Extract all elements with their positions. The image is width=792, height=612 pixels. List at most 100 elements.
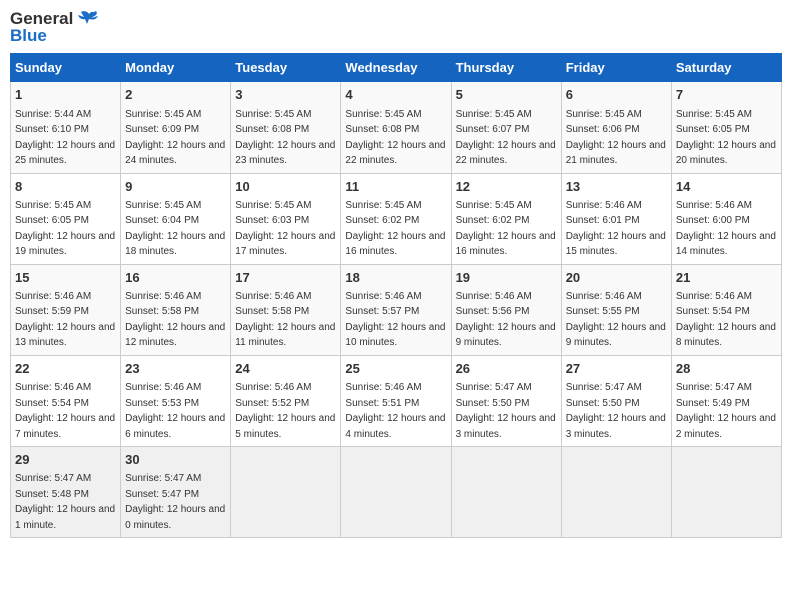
day-number: 22 [15,360,116,378]
calendar-cell: 15Sunrise: 5:46 AMSunset: 5:59 PMDayligh… [11,264,121,355]
day-number: 12 [456,178,557,196]
day-number: 25 [345,360,446,378]
week-row-2: 8Sunrise: 5:45 AMSunset: 6:05 PMDaylight… [11,173,782,264]
calendar-cell: 10Sunrise: 5:45 AMSunset: 6:03 PMDayligh… [231,173,341,264]
day-number: 3 [235,86,336,104]
day-number: 2 [125,86,226,104]
calendar-cell [231,447,341,538]
day-info: Sunrise: 5:46 AMSunset: 5:51 PMDaylight:… [345,382,445,440]
calendar-cell [341,447,451,538]
weekday-header-saturday: Saturday [671,54,781,82]
day-number: 9 [125,178,226,196]
day-number: 27 [566,360,667,378]
calendar-cell: 21 Sunrise: 5:46 AMSunset: 5:54 PMDayligh… [671,264,781,355]
day-number: 14 [676,178,777,196]
calendar-table: SundayMondayTuesdayWednesdayThursdayFrid… [10,53,782,538]
day-info: Sunrise: 5:46 AMSunset: 5:57 PMDaylight:… [345,291,445,349]
calendar-cell: 13 Sunrise: 5:46 AMSunset: 6:01 PMDayligh… [561,173,671,264]
day-info: Sunrise: 5:47 AMSunset: 5:49 PMDaylight:… [676,382,776,440]
day-info: Sunrise: 5:46 AMSunset: 5:53 PMDaylight:… [125,382,225,440]
calendar-cell: 26 Sunrise: 5:47 AMSunset: 5:50 PMDayligh… [451,355,561,446]
weekday-header-friday: Friday [561,54,671,82]
day-info: Sunrise: 5:45 AMSunset: 6:05 PMDaylight:… [676,109,776,167]
calendar-cell [451,447,561,538]
day-number: 11 [345,178,446,196]
calendar-cell: 4Sunrise: 5:45 AMSunset: 6:08 PMDaylight… [341,82,451,173]
day-number: 24 [235,360,336,378]
calendar-cell: 8Sunrise: 5:45 AMSunset: 6:05 PMDaylight… [11,173,121,264]
week-row-5: 29 Sunrise: 5:47 AMSunset: 5:48 PMDayligh… [11,447,782,538]
calendar-cell: 1 Sunrise: 5:44 AMSunset: 6:10 PMDaylight… [11,82,121,173]
week-row-4: 22 Sunrise: 5:46 AMSunset: 5:54 PMDayligh… [11,355,782,446]
day-number: 20 [566,269,667,287]
weekday-header-monday: Monday [121,54,231,82]
calendar-cell: 25 Sunrise: 5:46 AMSunset: 5:51 PMDayligh… [341,355,451,446]
logo-text: General Blue [10,10,98,45]
day-number: 30 [125,451,226,469]
calendar-cell: 2 Sunrise: 5:45 AMSunset: 6:09 PMDaylight… [121,82,231,173]
calendar-cell: 27 Sunrise: 5:47 AMSunset: 5:50 PMDayligh… [561,355,671,446]
day-number: 4 [345,86,446,104]
calendar-cell: 20 Sunrise: 5:46 AMSunset: 5:55 PMDayligh… [561,264,671,355]
day-info: Sunrise: 5:45 AMSunset: 6:02 PMDaylight:… [456,200,556,258]
day-info: Sunrise: 5:46 AMSunset: 6:00 PMDaylight:… [676,200,776,258]
calendar-cell [671,447,781,538]
calendar-cell: 11 Sunrise: 5:45 AMSunset: 6:02 PMDayligh… [341,173,451,264]
day-number: 29 [15,451,116,469]
day-info: Sunrise: 5:47 AMSunset: 5:47 PMDaylight:… [125,473,225,531]
calendar-cell: 24 Sunrise: 5:46 AMSunset: 5:52 PMDayligh… [231,355,341,446]
day-info: Sunrise: 5:46 AMSunset: 5:59 PMDaylight:… [15,291,115,349]
calendar-cell: 23 Sunrise: 5:46 AMSunset: 5:53 PMDayligh… [121,355,231,446]
day-number: 17 [235,269,336,287]
calendar-cell: 6 Sunrise: 5:45 AMSunset: 6:06 PMDaylight… [561,82,671,173]
day-info: Sunrise: 5:45 AMSunset: 6:05 PMDaylight:… [15,200,115,258]
day-info: Sunrise: 5:45 AMSunset: 6:02 PMDaylight:… [345,200,445,258]
day-number: 6 [566,86,667,104]
day-info: Sunrise: 5:46 AMSunset: 6:01 PMDaylight:… [566,200,666,258]
day-info: Sunrise: 5:45 AMSunset: 6:08 PMDaylight:… [235,109,335,167]
calendar-cell: 17 Sunrise: 5:46 AMSunset: 5:58 PMDayligh… [231,264,341,355]
day-info: Sunrise: 5:44 AMSunset: 6:10 PMDaylight:… [15,109,115,167]
day-number: 7 [676,86,777,104]
calendar-cell: 29 Sunrise: 5:47 AMSunset: 5:48 PMDayligh… [11,447,121,538]
day-number: 26 [456,360,557,378]
day-number: 21 [676,269,777,287]
weekday-header-wednesday: Wednesday [341,54,451,82]
day-info: Sunrise: 5:45 AMSunset: 6:03 PMDaylight:… [235,200,335,258]
day-number: 28 [676,360,777,378]
calendar-cell: 30 Sunrise: 5:47 AMSunset: 5:47 PMDayligh… [121,447,231,538]
day-info: Sunrise: 5:47 AMSunset: 5:50 PMDaylight:… [566,382,666,440]
calendar-cell: 5 Sunrise: 5:45 AMSunset: 6:07 PMDaylight… [451,82,561,173]
day-number: 1 [15,86,116,104]
day-number: 13 [566,178,667,196]
logo: General Blue [10,10,98,45]
day-info: Sunrise: 5:45 AMSunset: 6:07 PMDaylight:… [456,109,556,167]
weekday-header-thursday: Thursday [451,54,561,82]
day-info: Sunrise: 5:46 AMSunset: 5:52 PMDaylight:… [235,382,335,440]
day-info: Sunrise: 5:47 AMSunset: 5:50 PMDaylight:… [456,382,556,440]
calendar-cell: 19 Sunrise: 5:46 AMSunset: 5:56 PMDayligh… [451,264,561,355]
day-info: Sunrise: 5:46 AMSunset: 5:54 PMDaylight:… [15,382,115,440]
day-info: Sunrise: 5:46 AMSunset: 5:58 PMDaylight:… [235,291,335,349]
day-number: 5 [456,86,557,104]
day-info: Sunrise: 5:46 AMSunset: 5:55 PMDaylight:… [566,291,666,349]
day-info: Sunrise: 5:46 AMSunset: 5:56 PMDaylight:… [456,291,556,349]
day-info: Sunrise: 5:45 AMSunset: 6:09 PMDaylight:… [125,109,225,167]
weekday-header-row: SundayMondayTuesdayWednesdayThursdayFrid… [11,54,782,82]
calendar-cell: 9 Sunrise: 5:45 AMSunset: 6:04 PMDaylight… [121,173,231,264]
day-number: 23 [125,360,226,378]
day-number: 16 [125,269,226,287]
calendar-cell: 16Sunrise: 5:46 AMSunset: 5:58 PMDayligh… [121,264,231,355]
calendar-cell: 22 Sunrise: 5:46 AMSunset: 5:54 PMDayligh… [11,355,121,446]
day-info: Sunrise: 5:47 AMSunset: 5:48 PMDaylight:… [15,473,115,531]
calendar-cell: 3 Sunrise: 5:45 AMSunset: 6:08 PMDaylight… [231,82,341,173]
logo-blue: Blue [10,27,98,46]
calendar-cell: 14 Sunrise: 5:46 AMSunset: 6:00 PMDayligh… [671,173,781,264]
day-info: Sunrise: 5:46 AMSunset: 5:54 PMDaylight:… [676,291,776,349]
calendar-cell [561,447,671,538]
day-number: 18 [345,269,446,287]
day-info: Sunrise: 5:45 AMSunset: 6:04 PMDaylight:… [125,200,225,258]
weekday-header-sunday: Sunday [11,54,121,82]
day-info: Sunrise: 5:45 AMSunset: 6:06 PMDaylight:… [566,109,666,167]
day-number: 19 [456,269,557,287]
